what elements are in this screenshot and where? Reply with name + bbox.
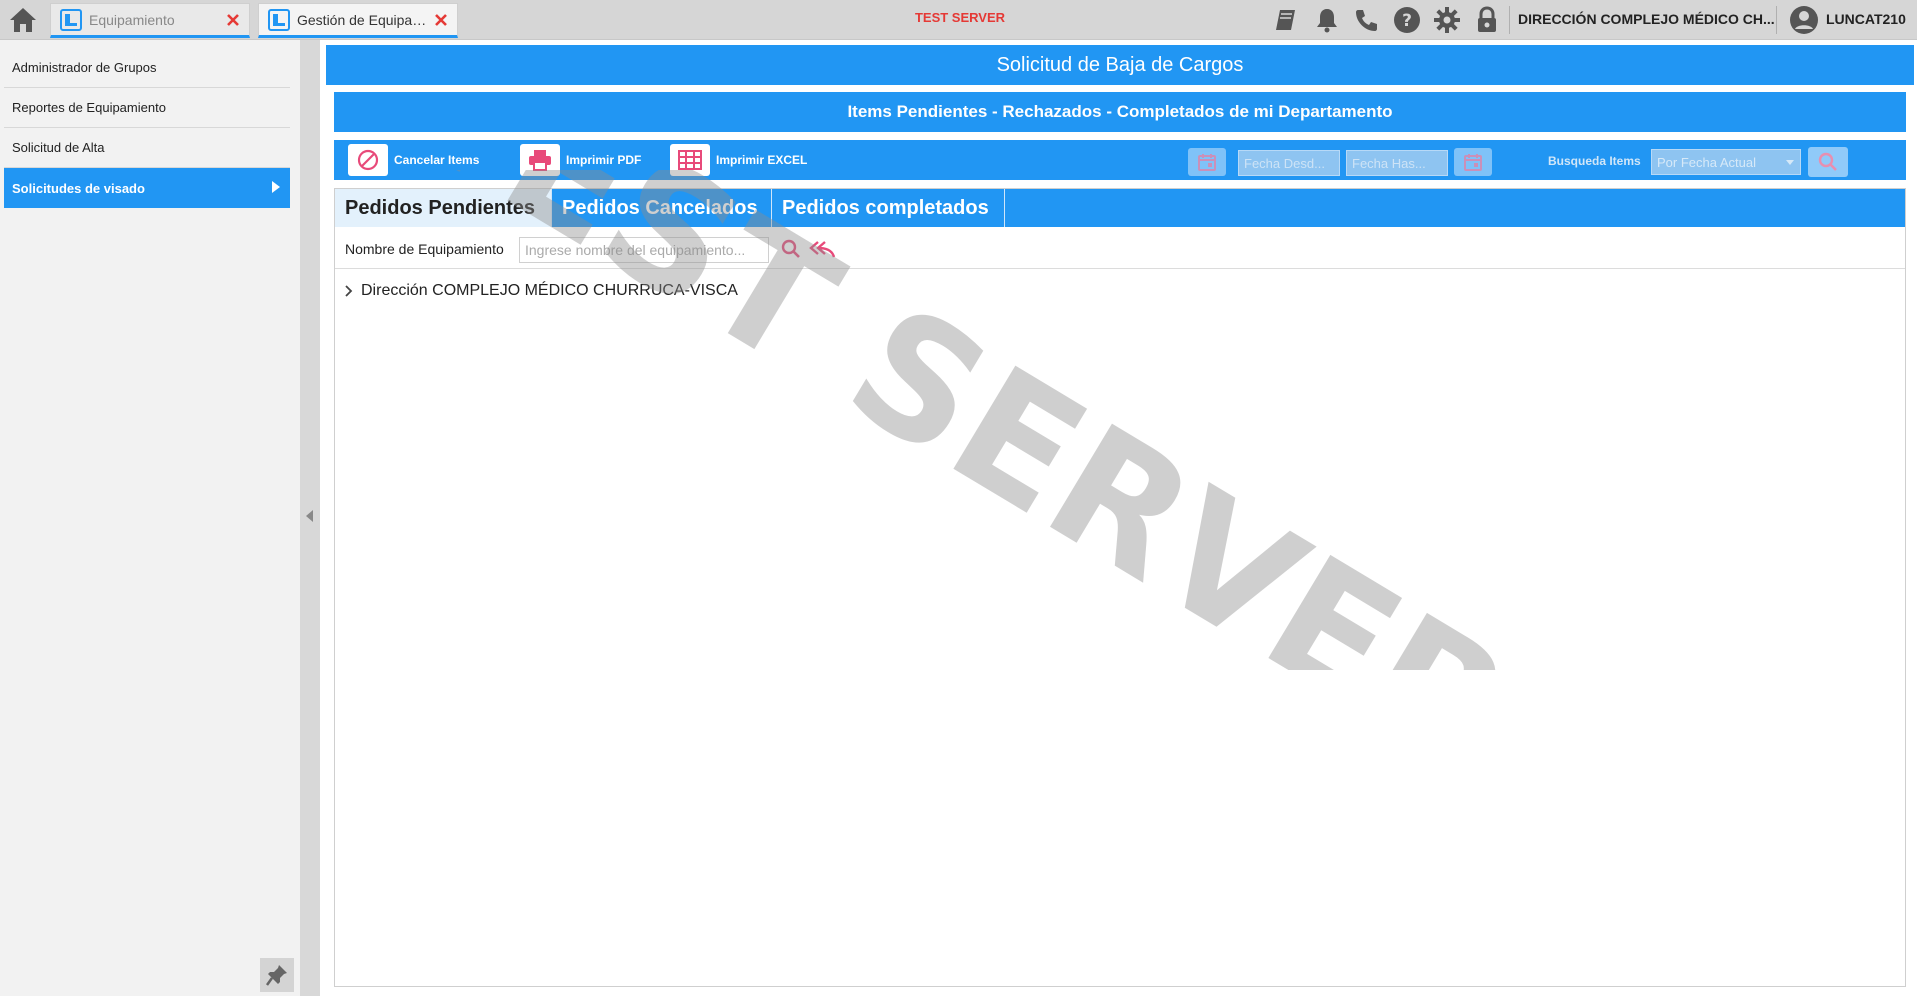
sidebar-item-label: Solicitud de Alta: [12, 140, 105, 155]
sidebar-item-label: Reportes de Equipamiento: [12, 100, 166, 115]
home-icon: [10, 8, 36, 32]
cancel-icon: [348, 144, 388, 176]
pin-icon: [265, 965, 287, 986]
filter-row: Nombre de Equipamiento: [335, 229, 1905, 269]
date-to-button[interactable]: [1454, 148, 1492, 176]
calendar-icon: [1198, 154, 1216, 171]
equipment-icon: [59, 8, 83, 32]
sidebar-item-solicitud-alta[interactable]: Solicitud de Alta: [4, 128, 290, 168]
divider: [1776, 6, 1777, 34]
help-button[interactable]: ?: [1391, 4, 1423, 36]
book-button[interactable]: [1270, 4, 1302, 36]
search-icon: [1818, 152, 1837, 171]
tab-equipamiento[interactable]: Equipamiento: [50, 3, 250, 38]
chevron-right-icon[interactable]: [343, 284, 355, 298]
server-label: TEST SERVER: [914, 10, 1006, 25]
user-avatar[interactable]: [1788, 4, 1820, 36]
requests-tabbar: Pedidos Pendientes Pedidos Cancelados Pe…: [335, 189, 1905, 227]
tab-pedidos-cancelados[interactable]: Pedidos Cancelados: [552, 189, 772, 227]
sidebar-item-administrador-grupos[interactable]: Administrador de Grupos: [4, 48, 290, 88]
search-items-button[interactable]: [1808, 147, 1848, 177]
filter-search-button[interactable]: [779, 237, 803, 261]
department-label[interactable]: DIRECCIÓN COMPLEJO MÉDICO CH...: [1518, 11, 1775, 27]
pin-button[interactable]: [260, 958, 294, 992]
phone-icon: [1356, 10, 1377, 31]
print-pdf-button[interactable]: Imprimir PDF: [520, 144, 641, 176]
requests-panel: Pedidos Pendientes Pedidos Cancelados Pe…: [334, 188, 1906, 987]
search-mode-value: Por Fecha Actual: [1657, 154, 1756, 170]
search-items-label: Busqueda Items: [1548, 154, 1641, 168]
user-icon: [1790, 6, 1818, 34]
tab-label: Pedidos completados: [782, 196, 989, 219]
chevron-down-icon: [1786, 160, 1794, 165]
divider: [1509, 6, 1510, 34]
tab-gestion-equipamiento[interactable]: Gestión de Equipami...: [258, 3, 458, 38]
cancel-items-button[interactable]: Cancelar Items: [348, 144, 479, 176]
table-icon: [670, 144, 710, 176]
book-icon: [1276, 10, 1295, 30]
sidebar-item-reportes-equipamiento[interactable]: Reportes de Equipamiento: [4, 88, 290, 128]
equipment-icon: [267, 8, 291, 32]
equipment-name-label: Nombre de Equipamiento: [345, 241, 504, 257]
section-subtitle: Items Pendientes - Rechazados - Completa…: [334, 92, 1906, 132]
close-icon[interactable]: [433, 12, 449, 28]
home-button[interactable]: [6, 5, 40, 35]
gear-icon: [1434, 7, 1460, 33]
phone-button[interactable]: [1351, 4, 1383, 36]
lock-button[interactable]: [1471, 4, 1503, 36]
page-title: Solicitud de Baja de Cargos: [326, 45, 1914, 85]
notifications-button[interactable]: [1311, 4, 1343, 36]
tab-label: Pedidos Pendientes: [345, 196, 536, 219]
sidebar-splitter[interactable]: [300, 40, 320, 996]
filter-reset-button[interactable]: [807, 237, 837, 261]
tab-pedidos-pendientes[interactable]: Pedidos Pendientes: [335, 189, 552, 227]
sidebar: Administrador de Grupos Reportes de Equi…: [0, 40, 300, 996]
toolbar: Cancelar Items Imprimir PDF Imprimir EXC…: [334, 140, 1906, 180]
close-icon[interactable]: [225, 12, 241, 28]
chevron-right-icon: [272, 181, 280, 193]
chevron-left-icon[interactable]: [306, 510, 313, 522]
svg-text:?: ?: [1402, 11, 1412, 31]
print-pdf-label: Imprimir PDF: [566, 153, 642, 167]
print-excel-button[interactable]: Imprimir EXCEL: [670, 144, 807, 176]
tab-label: Pedidos Cancelados: [562, 196, 758, 219]
tab-pedidos-completados[interactable]: Pedidos completados: [772, 189, 1005, 227]
sidebar-item-solicitudes-visado[interactable]: Solicitudes de visado: [4, 168, 290, 208]
print-excel-label: Imprimir EXCEL: [716, 153, 808, 167]
sidebar-item-label: Administrador de Grupos: [12, 60, 157, 75]
help-icon: ?: [1394, 7, 1420, 33]
date-from-input[interactable]: Fecha Desd...: [1238, 150, 1340, 176]
search-mode-select[interactable]: Por Fecha Actual: [1651, 149, 1801, 175]
reply-all-icon: [809, 241, 836, 258]
search-icon: [781, 239, 800, 258]
sidebar-item-label: Solicitudes de visado: [12, 180, 145, 196]
username-label[interactable]: LUNCAT210: [1826, 11, 1906, 27]
tree-node-direccion[interactable]: Dirección COMPLEJO MÉDICO CHURRUCA-VISCA: [343, 279, 738, 303]
cancel-items-label: Cancelar Items: [394, 153, 480, 167]
bell-icon: [1317, 9, 1337, 33]
date-to-input[interactable]: Fecha Has...: [1346, 150, 1448, 176]
equipment-name-input[interactable]: [519, 237, 769, 263]
printer-icon: [520, 144, 560, 176]
settings-button[interactable]: [1431, 4, 1463, 36]
tab-label: Equipamiento: [89, 11, 175, 28]
date-from-button[interactable]: [1188, 148, 1226, 176]
lock-icon: [1478, 6, 1496, 32]
calendar-icon: [1464, 154, 1482, 171]
tree-node-label: Dirección COMPLEJO MÉDICO CHURRUCA-VISCA: [361, 282, 738, 299]
top-bar: Equipamiento Gestión de Equipami... TEST…: [0, 0, 1917, 40]
tab-label: Gestión de Equipami...: [297, 11, 433, 28]
